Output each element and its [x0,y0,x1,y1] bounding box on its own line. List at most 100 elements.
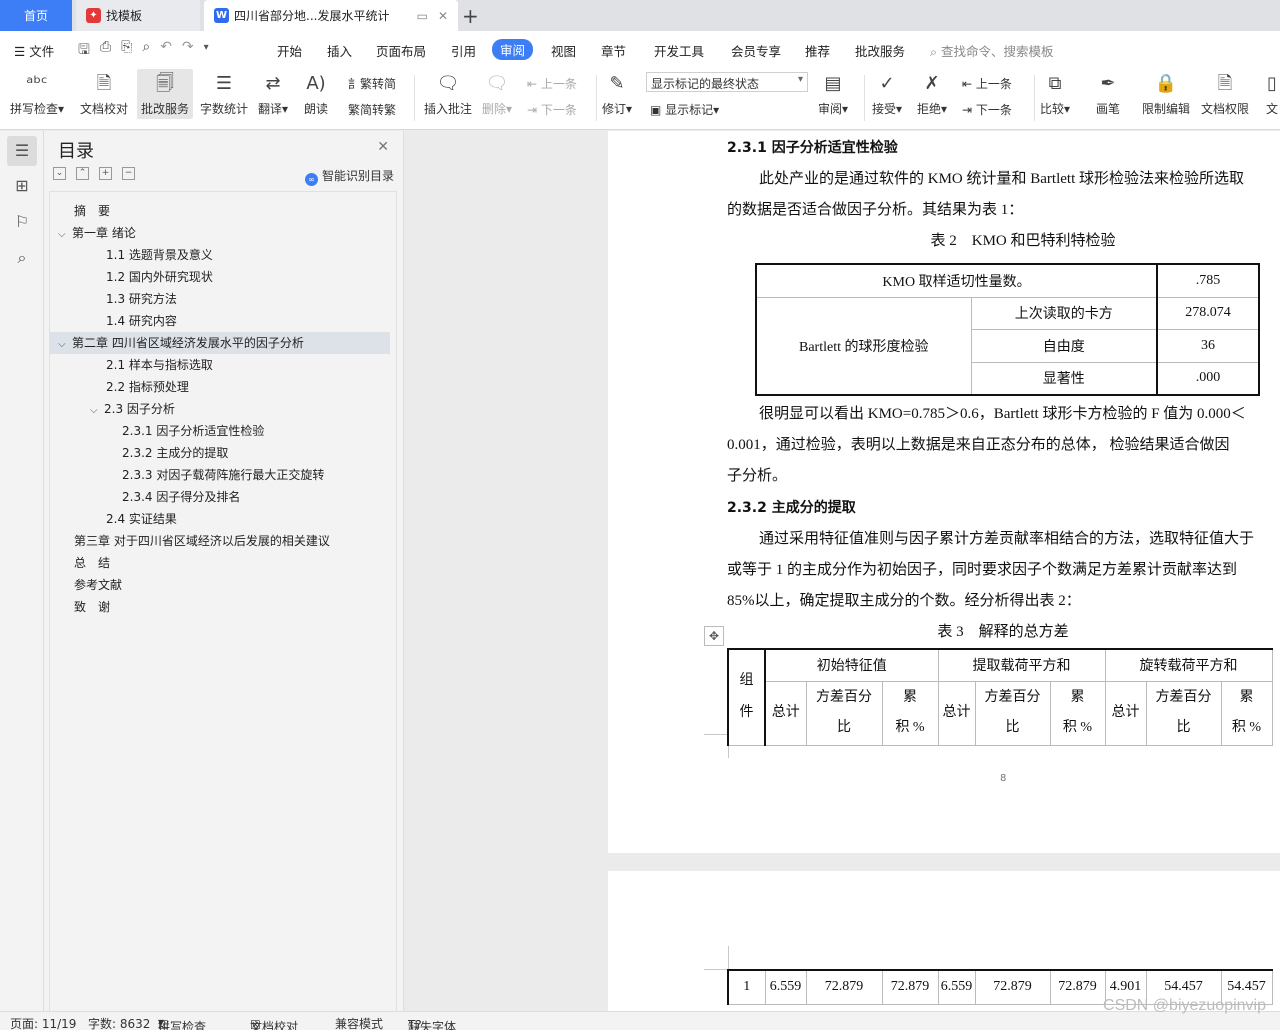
print-icon[interactable]: ⎘ [121,39,132,63]
toc-item[interactable]: 参考文献 [74,574,122,596]
search-nav-icon[interactable]: ⌕ [12,248,32,268]
table-3-caption: 表 3 解释的总方差 [937,624,1069,640]
float-window-icon[interactable]: ▭ [417,9,428,23]
toc-item-label: 第三章 对于四川省区域经济以后发展的相关建议 [74,534,330,548]
menu-page-layout[interactable]: 页面布局 [376,41,426,60]
chevron-down-icon[interactable]: ⌵ [90,400,104,422]
menu-dev-tools[interactable]: 开发工具 [654,41,704,60]
word-count-button[interactable]: ☰ 字数统计 [200,71,248,117]
toc-item[interactable]: 1.2 国内外研究现状 [106,266,213,288]
spell-check-button[interactable]: ᵃᵇᶜ 拼写检查▾ [10,71,64,117]
translate-button[interactable]: ⇄ 翻译▾ [258,71,288,117]
doc-more-label: 文 [1265,102,1278,116]
close-icon[interactable]: ✕ [377,139,389,155]
toc-item[interactable]: 2.1 样本与指标选取 [106,354,213,376]
page-indicator[interactable]: 页面: 11/19 [10,1015,76,1030]
rotation-header: 旋转载荷平方和 [1104,648,1273,682]
toc-item[interactable]: ⌵ 第二章 四川省区域经济发展水平的因子分析 [50,332,390,354]
next-revision-label: 下一条 [975,103,1012,117]
tab-document[interactable]: W 四川省部分地...发展水平统计 ▭ ✕ [204,0,458,31]
prev-revision-button[interactable]: ⇤ 上一条 [962,75,1012,92]
insert-comment-button[interactable]: 🗨 插入批注 [424,71,472,117]
toc-nav-icon[interactable]: ☰ [7,136,37,166]
restrict-edit-button[interactable]: 🔒 限制编辑 [1142,71,1190,117]
next-revision-button[interactable]: ⇥ 下一条 [962,101,1012,118]
menu-member[interactable]: 会员专享 [731,41,781,60]
trad-to-simp-button[interactable]: 訁繁转简 [348,75,396,92]
chevron-down-icon[interactable]: ⌵ [58,224,72,246]
cumulative-header-part: 积 % [1231,720,1262,735]
menu-correction[interactable]: 批改服务 [855,41,905,60]
review-pane-button[interactable]: ▤ 审阅▾ [818,71,848,117]
undo-icon[interactable]: ↶ [160,39,172,63]
add-level-icon[interactable]: + [99,167,112,180]
doc-more-button[interactable]: ▯ 文 [1260,71,1280,117]
menu-recommend[interactable]: 推荐 [805,41,830,60]
markup-state-select[interactable]: 显示标记的最终状态 [646,72,808,92]
chevron-down-icon[interactable]: ⌵ [58,334,72,356]
tab-home[interactable]: 首页 [0,0,72,31]
toc-item[interactable]: 2.3.4 因子得分及排名 [122,486,240,508]
read-aloud-icon: A) [306,73,326,94]
toc-item[interactable]: ⌵ 2.3 因子分析 [90,398,175,420]
file-menu[interactable]: ☰ 文件 [14,41,54,60]
expand-all-icon[interactable]: ⌃ [76,167,89,180]
toc-item-label: 致 谢 [74,600,111,614]
toc-item[interactable]: 2.3.3 对因子载荷阵施行最大正交旋转 [122,464,324,486]
reject-button[interactable]: ✗ 拒绝▾ [917,71,947,117]
simp-to-trad-button[interactable]: 繁简转繁 [348,101,396,118]
toc-item[interactable]: ⌵ 第一章 绪论 [58,222,136,244]
toc-title: 目录 [58,141,94,162]
collapse-all-icon[interactable]: ⌄ [53,167,66,180]
menu-reference[interactable]: 引用 [451,41,476,60]
menu-section[interactable]: 章节 [601,41,626,60]
simp-to-trad-label: 简转繁 [360,103,397,117]
correction-service-icon: 🗐 [156,73,174,94]
toc-item[interactable]: 致 谢 [74,596,110,618]
toc-item[interactable]: 2.2 指标预处理 [106,376,189,398]
command-search[interactable]: ⌕ 查找命令、搜索模板 [930,41,1054,60]
menu-view[interactable]: 视图 [551,41,576,60]
menu-start[interactable]: 开始 [277,41,302,60]
toc-item-label: 摘 要 [74,204,111,218]
show-markup-button[interactable]: ▣ 显示标记▾ [650,101,719,118]
spell-check-status-label: 拼写检查 [158,1020,207,1030]
bookmark-icon[interactable]: ⚐ [12,212,32,232]
accept-button[interactable]: ✓ 接受▾ [872,71,902,117]
doc-permission-button[interactable]: 🗎 文档权限 [1201,71,1249,117]
spell-check-status[interactable]: ☑ 拼写检查 ▾ [158,1015,206,1030]
chapter-nav-icon[interactable]: ⊞ [12,176,32,196]
toc-item[interactable]: 1.4 研究内容 [106,310,177,332]
remove-level-icon[interactable]: − [122,167,135,180]
next-comment-button[interactable]: ⇥ 下一条 [527,101,577,118]
compare-button[interactable]: ⧉ 比较▾ [1040,71,1070,117]
toc-item[interactable]: 第三章 对于四川省区域经济以后发展的相关建议 [74,530,330,552]
read-aloud-button[interactable]: A) 朗读 [304,71,328,117]
revise-button[interactable]: ✎ 修订▾ [602,71,632,117]
menu-insert[interactable]: 插入 [327,41,352,60]
doc-proof-button[interactable]: 🗎 文档校对 [80,71,128,117]
toc-item[interactable]: 2.3.1 因子分析适宜性检验 [122,420,264,442]
redo-icon[interactable]: ↷ [182,39,194,63]
toc-item[interactable]: 总 结 [74,552,110,574]
smart-toc-button[interactable]: ∞ 智能识别目录 [304,167,394,186]
prev-comment-button[interactable]: ⇤ 上一条 [527,75,577,92]
save-icon[interactable]: 🖫 [78,39,90,63]
customize-icon[interactable]: ▾ [204,39,209,63]
add-tab-icon[interactable]: + [462,4,479,28]
toc-item[interactable]: 2.3.2 主成分的提取 [122,442,228,464]
close-tab-icon[interactable]: ✕ [438,9,448,23]
correction-service-button[interactable]: 🗐 批改服务 [137,69,194,119]
page-number: 8 [1000,773,1007,784]
toc-item[interactable]: 2.4 实证结果 [106,508,177,530]
word-count-indicator[interactable]: 字数: 8632 [88,1015,150,1030]
delete-comment-button[interactable]: 🗨 删除▾ [482,71,512,117]
menu-review[interactable]: 审阅 [492,39,534,60]
toc-item[interactable]: 摘 要 [74,200,110,222]
export-pdf-icon[interactable]: ⎙ [100,39,111,63]
toc-item[interactable]: 1.3 研究方法 [106,288,177,310]
tab-templates[interactable]: ✦ 找模板 [76,0,200,31]
pen-button[interactable]: ✒ 画笔 [1096,71,1120,117]
print-preview-icon[interactable]: ⌕ [142,39,150,63]
toc-item[interactable]: 1.1 选题背景及意义 [106,244,213,266]
